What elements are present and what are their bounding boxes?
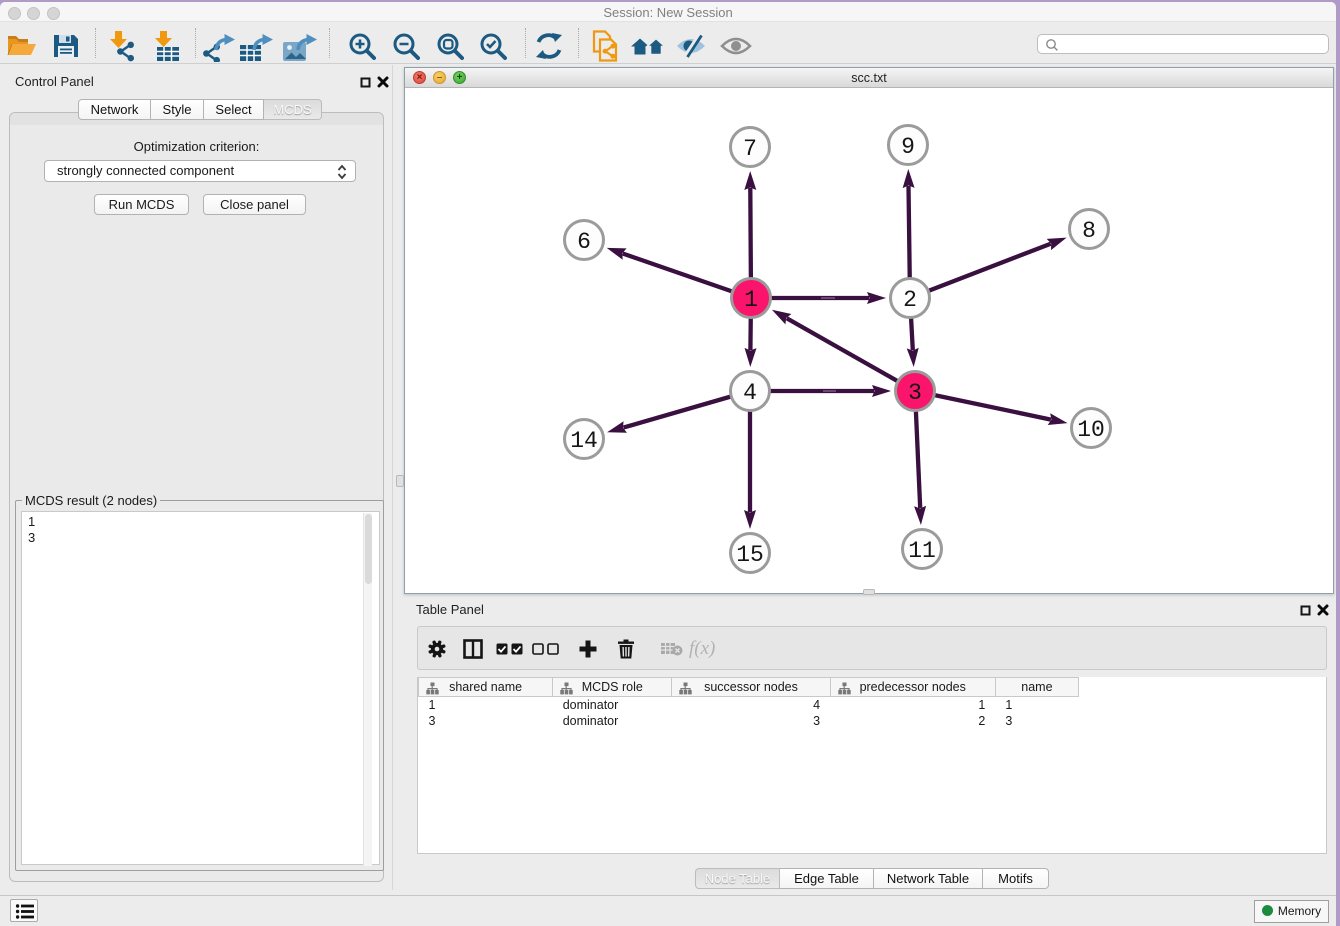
svg-text:14: 14 bbox=[570, 428, 598, 454]
svg-text:1: 1 bbox=[744, 287, 758, 313]
svg-text:4: 4 bbox=[743, 380, 757, 406]
svg-text:6: 6 bbox=[577, 229, 591, 255]
svg-text:11: 11 bbox=[908, 538, 936, 564]
svg-text:3: 3 bbox=[908, 380, 922, 406]
svg-text:2: 2 bbox=[903, 287, 917, 313]
svg-text:8: 8 bbox=[1082, 218, 1096, 244]
svg-text:10: 10 bbox=[1077, 417, 1105, 443]
svg-text:9: 9 bbox=[901, 134, 915, 160]
svg-text:15: 15 bbox=[736, 542, 764, 568]
svg-text:7: 7 bbox=[743, 136, 757, 162]
